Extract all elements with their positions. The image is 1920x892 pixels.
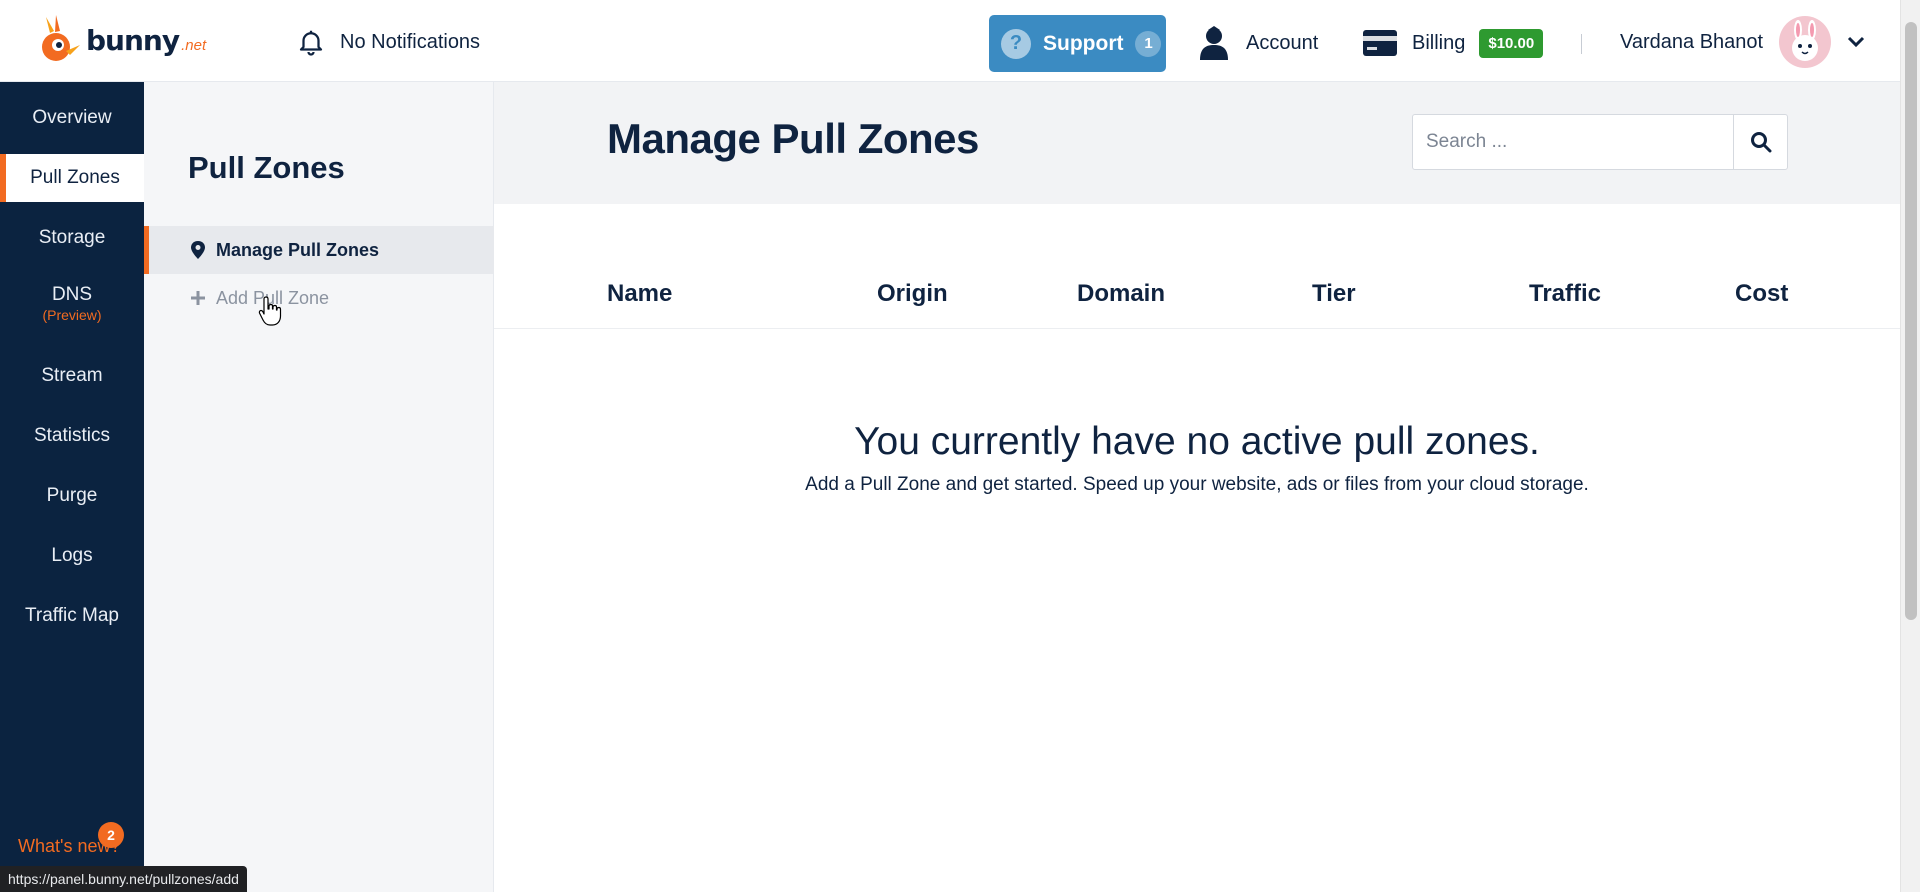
column-header-name[interactable]: Name [607, 280, 672, 308]
chevron-down-icon [1848, 36, 1865, 48]
support-label: Support [1043, 31, 1124, 55]
bunny-avatar-icon [1792, 20, 1819, 61]
hand-cursor-icon [258, 296, 282, 326]
column-header-origin[interactable]: Origin [877, 280, 948, 308]
subnav-item-label: Manage Pull Zones [216, 239, 380, 260]
nav-item-storage[interactable]: Storage [0, 214, 144, 262]
search-input[interactable] [1413, 115, 1733, 169]
column-header-tier[interactable]: Tier [1312, 280, 1356, 308]
avatar [1779, 16, 1832, 68]
account-button[interactable]: Account [1198, 24, 1318, 62]
empty-state-description: Add a Pull Zone and get started. Speed u… [805, 474, 1589, 495]
billing-button[interactable]: Billing $10.00 [1362, 24, 1544, 62]
nav-item-traffic-map[interactable]: Traffic Map [0, 592, 144, 640]
nav-item-preview-tag: (Preview) [42, 306, 102, 323]
top-divider [1581, 34, 1582, 54]
nav-item-logs[interactable]: Logs [0, 532, 144, 580]
whats-new-badge: 2 [98, 822, 124, 848]
search-button[interactable] [1733, 115, 1787, 169]
empty-state-title: You currently have no active pull zones. [854, 420, 1540, 463]
nav-item-label: Statistics [33, 425, 111, 446]
nav-item-stream[interactable]: Stream [0, 352, 144, 400]
support-button[interactable]: ? Support 1 [989, 15, 1166, 72]
column-header-cost[interactable]: Cost [1735, 280, 1788, 308]
page-scrollbar[interactable] [1900, 0, 1920, 892]
subnav-item-add-pull-zone[interactable]: Add Pull Zone [144, 274, 494, 322]
plus-icon [191, 291, 205, 305]
billing-balance-badge: $10.00 [1479, 28, 1544, 58]
search-box [1412, 114, 1788, 170]
user-icon [1200, 26, 1228, 60]
column-header-domain[interactable]: Domain [1077, 280, 1165, 308]
nav-item-label: Storage [38, 227, 106, 248]
user-name: Vardana Bhanot [1620, 30, 1764, 53]
support-count-badge: 1 [1135, 30, 1162, 57]
main-sidebar: Overview Pull Zones Storage DNS (Preview… [0, 82, 144, 892]
subnav-item-manage-pull-zones[interactable]: Manage Pull Zones [144, 226, 494, 274]
page-title: Manage Pull Zones [607, 115, 979, 162]
bell-icon [299, 30, 323, 56]
nav-item-purge[interactable]: Purge [0, 472, 144, 520]
column-header-traffic[interactable]: Traffic [1529, 280, 1601, 308]
top-bar: bunny .net No Notifications ? Support 1 … [0, 0, 1900, 82]
bunny-logo-icon [42, 15, 80, 61]
nav-item-label: Pull Zones [30, 167, 120, 188]
nav-item-pull-zones[interactable]: Pull Zones [0, 154, 144, 202]
subnav-title: Pull Zones [188, 150, 345, 185]
browser-status-url: https://panel.bunny.net/pullzones/add [0, 866, 247, 892]
nav-item-statistics[interactable]: Statistics [0, 412, 144, 460]
nav-item-dns[interactable]: DNS (Preview) [0, 274, 144, 332]
question-icon: ? [1001, 28, 1031, 59]
logo-text: bunny [86, 23, 180, 57]
notifications-button[interactable]: No Notifications [296, 24, 480, 60]
search-icon [1750, 132, 1771, 153]
nav-item-label: Overview [32, 107, 112, 128]
logo-tld: .net [181, 36, 207, 54]
notifications-label: No Notifications [340, 30, 481, 53]
scrollbar-thumb[interactable] [1905, 22, 1917, 620]
table-header: Name Origin Domain Tier Traffic Cost [494, 274, 1900, 329]
map-pin-icon [191, 241, 205, 259]
bunny-logo[interactable]: bunny .net [36, 14, 216, 66]
nav-item-label: Stream [41, 365, 103, 386]
nav-item-label: Purge [46, 485, 98, 506]
nav-item-label: DNS [51, 283, 93, 305]
user-menu[interactable]: Vardana Bhanot [1620, 15, 1865, 69]
account-label: Account [1246, 31, 1319, 54]
pull-zones-subnav: Pull Zones Manage Pull Zones Add Pull Zo… [144, 82, 494, 892]
credit-card-icon [1363, 30, 1397, 56]
nav-item-label: Logs [51, 545, 93, 566]
nav-item-overview[interactable]: Overview [0, 94, 144, 142]
billing-label: Billing [1412, 31, 1466, 54]
page-header: Manage Pull Zones [494, 82, 1900, 204]
nav-item-label: Traffic Map [25, 605, 119, 626]
